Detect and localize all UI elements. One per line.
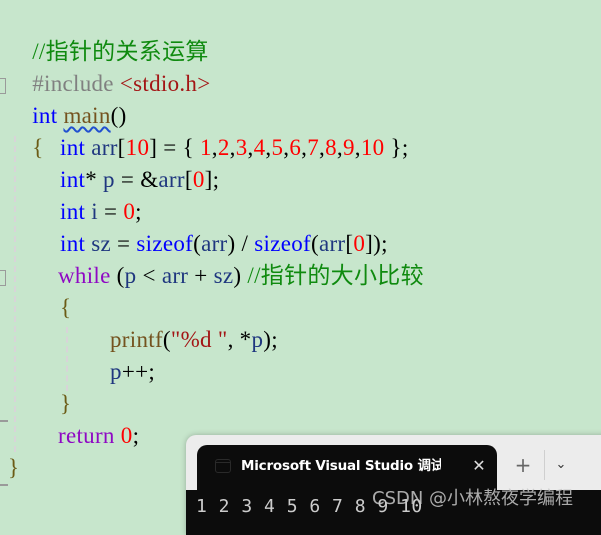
operator: = & xyxy=(114,167,159,192)
array-value: 10 xyxy=(360,135,385,160)
include-header: <stdio.h> xyxy=(119,71,211,96)
variable: p xyxy=(110,359,122,384)
fold-marker-main[interactable] xyxy=(0,78,6,94)
divider xyxy=(544,450,545,480)
operator: + xyxy=(188,263,214,288)
operator: < xyxy=(136,263,162,288)
array-value: 1 xyxy=(199,135,212,160)
operator: = { xyxy=(157,135,200,160)
punctuation: () xyxy=(110,103,127,128)
brace: } xyxy=(8,455,20,480)
operator: = xyxy=(97,199,124,224)
variable: p xyxy=(103,167,115,192)
array-value: 4 xyxy=(253,135,266,160)
operator: = xyxy=(111,231,137,256)
code-line-9: while (p < arr + sz) //指针的大小比较 xyxy=(58,260,424,292)
keyword: sizeof xyxy=(136,231,194,256)
operator: , * xyxy=(227,327,252,352)
punctuation: ]; xyxy=(204,167,220,192)
code-line-1: //指针的关系运算 xyxy=(8,4,209,64)
array-value: 5 xyxy=(271,135,284,160)
keyword: int xyxy=(60,231,86,256)
array-value: 3 xyxy=(235,135,248,160)
array-value: 2 xyxy=(217,135,230,160)
number: 0 xyxy=(353,231,366,256)
fold-end-marker xyxy=(0,484,8,486)
operator: ++; xyxy=(121,359,156,384)
array-value: 9 xyxy=(342,135,355,160)
variable: sz xyxy=(213,263,234,288)
fold-end-marker xyxy=(0,420,8,422)
variable: sz xyxy=(85,231,111,256)
operator: * xyxy=(85,167,104,192)
punctuation: ; xyxy=(132,423,140,448)
number: 10 xyxy=(125,135,150,160)
punctuation: ( xyxy=(193,231,202,256)
code-line-3: int main() xyxy=(8,68,127,128)
variable: arr xyxy=(158,167,185,192)
brace: { xyxy=(60,295,72,320)
function-name: main xyxy=(63,103,111,128)
code-line-4: { xyxy=(8,100,44,160)
terminal-tab-title: Microsoft Visual Studio 调试控制台 xyxy=(241,458,441,474)
keyword: int xyxy=(60,167,86,192)
comment: //指针的大小比较 xyxy=(247,263,424,288)
variable: arr xyxy=(85,135,118,160)
punctuation: ( xyxy=(310,231,319,256)
control-keyword: return xyxy=(58,423,115,448)
brace: { xyxy=(32,135,44,160)
code-line-14: return 0; xyxy=(58,420,139,452)
variable: arr xyxy=(318,231,346,256)
watermark: CSDN @小林熬夜学编程 xyxy=(372,488,574,509)
number: 0 xyxy=(192,167,205,192)
brace: } xyxy=(60,391,72,416)
punctuation: ); xyxy=(263,327,278,352)
function-call: printf xyxy=(110,327,163,352)
code-line-7: int i = 0; xyxy=(60,196,142,228)
code-line-5: int arr[10] = { 1,2,3,4,5,6,7,8,9,10 }; xyxy=(60,132,409,164)
array-value: 8 xyxy=(325,135,337,160)
new-tab-button[interactable]: + xyxy=(512,453,534,477)
variable: i xyxy=(85,199,98,224)
array-value: 6 xyxy=(289,135,302,160)
number: 0 xyxy=(123,199,136,224)
keyword: int xyxy=(60,199,86,224)
string-literal: "%d " xyxy=(170,327,228,352)
punctuation: ]); xyxy=(365,231,388,256)
keyword: int xyxy=(60,135,86,160)
punctuation: ; xyxy=(135,199,142,224)
variable: p xyxy=(251,327,264,352)
code-line-10: { xyxy=(60,292,71,324)
chevron-down-icon[interactable]: ⌄ xyxy=(552,454,570,476)
array-value: 7 xyxy=(307,135,320,160)
number: 0 xyxy=(120,423,133,448)
keyword: sizeof xyxy=(254,231,311,256)
control-keyword: while xyxy=(58,263,111,288)
variable: arr xyxy=(201,231,228,256)
variable: p xyxy=(124,263,137,288)
code-line-2: #include <stdio.h> xyxy=(8,36,211,96)
code-line-12: p++; xyxy=(110,356,155,388)
code-line-13: } xyxy=(60,388,71,420)
variable: arr xyxy=(161,263,189,288)
punctuation: ( xyxy=(162,327,171,352)
bracket: [ xyxy=(184,167,193,192)
fold-marker-while[interactable] xyxy=(0,270,6,286)
console-icon xyxy=(215,459,231,473)
code-line-15: } xyxy=(8,452,19,484)
punctuation: ( xyxy=(110,263,125,288)
indent-guide xyxy=(66,327,68,391)
code-line-8: int sz = sizeof(arr) / sizeof(arr[0]); xyxy=(60,228,388,260)
code-line-6: int* p = &arr[0]; xyxy=(60,164,219,196)
code-line-11: printf("%d ", *p); xyxy=(110,324,278,356)
close-tab-button[interactable]: ✕ xyxy=(469,454,489,478)
bracket: [ xyxy=(117,135,126,160)
array-values: 1,2,3,4,5,6,7,8,9,10 xyxy=(200,135,384,160)
punctuation: }; xyxy=(384,135,409,160)
operator: ) / xyxy=(227,231,255,256)
punctuation: ) xyxy=(233,263,248,288)
